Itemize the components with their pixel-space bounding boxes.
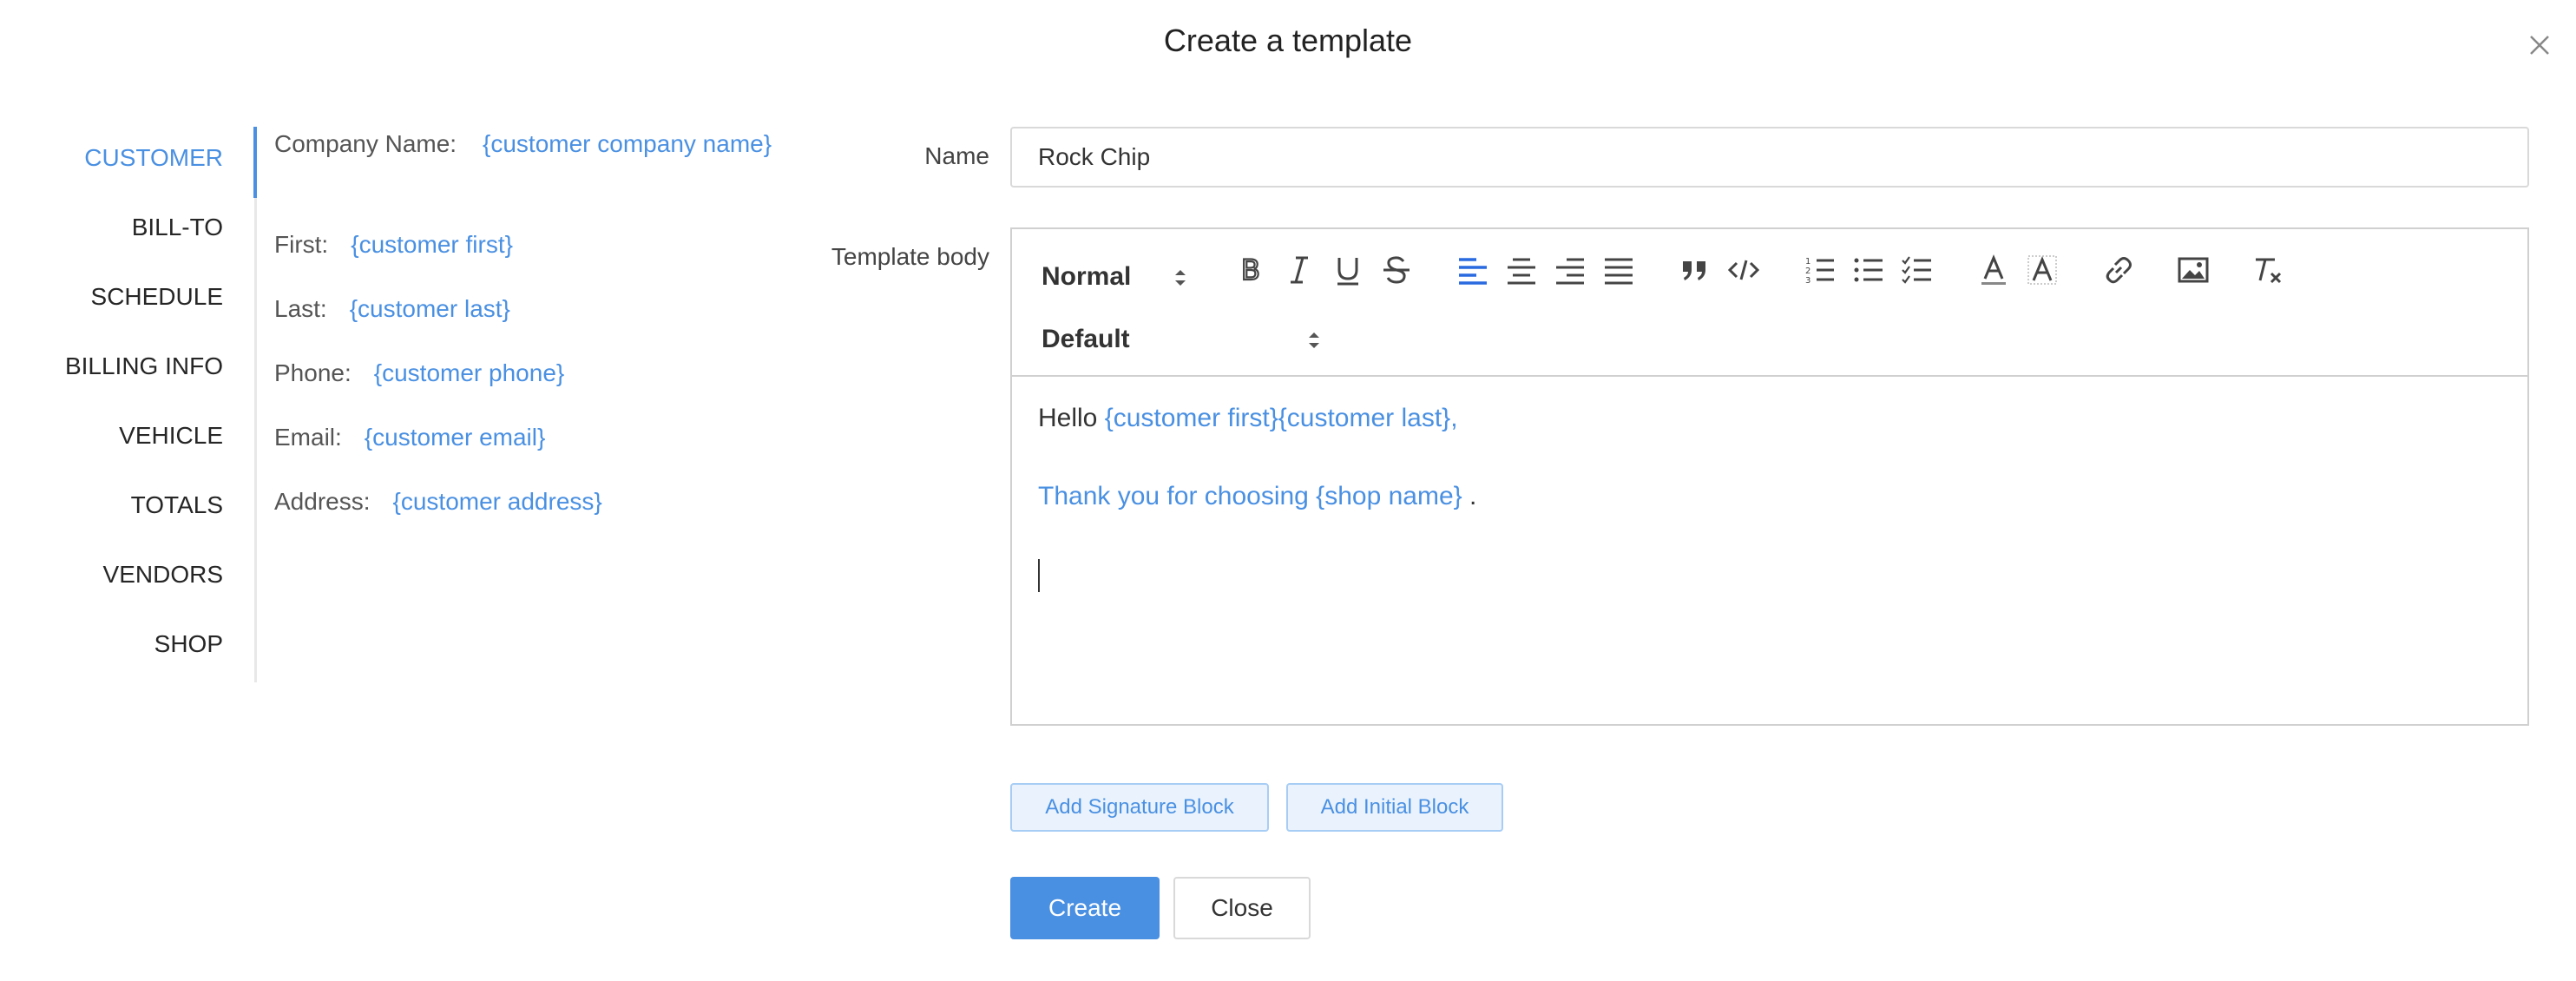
thanks-suffix: . bbox=[1462, 482, 1477, 510]
align-center-icon[interactable] bbox=[1502, 250, 1541, 290]
field-label: Address: bbox=[274, 488, 371, 515]
create-template-modal: Create a template CUSTOMER BILL-TO SCHED… bbox=[0, 0, 2576, 981]
underline-icon[interactable] bbox=[1328, 250, 1368, 290]
tab-vendors[interactable]: VENDORS bbox=[103, 561, 223, 589]
create-button[interactable]: Create bbox=[1010, 877, 1160, 939]
svg-text:B: B bbox=[1241, 253, 1260, 286]
tab-bill-to[interactable]: BILL-TO bbox=[132, 214, 223, 241]
font-select-value: Default bbox=[1042, 325, 1130, 353]
variable-token[interactable]: {customer last} bbox=[350, 295, 510, 322]
text-caret bbox=[1038, 559, 1040, 593]
close-icon[interactable] bbox=[2524, 30, 2555, 61]
field-last: Last: {customer last} bbox=[274, 292, 510, 326]
variable-token[interactable]: {customer email} bbox=[365, 424, 546, 451]
active-tab-indicator bbox=[253, 127, 257, 198]
field-label: Phone: bbox=[274, 359, 352, 386]
variable-category-tabs: CUSTOMER BILL-TO SCHEDULE BILLING INFO V… bbox=[35, 127, 257, 682]
name-label: Name bbox=[924, 142, 989, 169]
font-color-icon[interactable] bbox=[1974, 250, 2014, 290]
background-color-icon[interactable] bbox=[2022, 250, 2062, 290]
variable-token[interactable]: {customer phone} bbox=[374, 359, 565, 386]
italic-icon[interactable] bbox=[1279, 250, 1319, 290]
header-select-value: Normal bbox=[1042, 262, 1132, 291]
field-first: First: {customer first} bbox=[274, 227, 513, 262]
field-address: Address: {customer address} bbox=[274, 484, 602, 519]
svg-text:1: 1 bbox=[1805, 257, 1810, 267]
ordered-list-icon[interactable]: 123 bbox=[1800, 250, 1840, 290]
field-company-name: Company Name: {customer company name} bbox=[274, 127, 778, 200]
variable-token[interactable]: {customer address} bbox=[393, 488, 602, 515]
name-input[interactable] bbox=[1010, 127, 2529, 188]
variable-token[interactable]: {customer first} bbox=[351, 231, 513, 258]
greeting-text: Hello bbox=[1038, 404, 1105, 432]
field-label: Last: bbox=[274, 295, 327, 322]
tab-vehicle[interactable]: VEHICLE bbox=[119, 422, 223, 450]
editor-content[interactable]: Hello {customer first}{customer last}, T… bbox=[1012, 379, 2527, 726]
field-label: Email: bbox=[274, 424, 342, 451]
editor-line-greeting: Hello {customer first}{customer last}, bbox=[1038, 399, 2501, 477]
strikethrough-icon[interactable] bbox=[1377, 250, 1416, 290]
select-arrows-icon bbox=[1309, 332, 1319, 348]
link-icon[interactable] bbox=[2099, 250, 2139, 290]
tab-billing-info[interactable]: BILLING INFO bbox=[65, 352, 223, 380]
template-body-label: Template body bbox=[831, 243, 989, 270]
align-justify-icon[interactable] bbox=[1599, 250, 1639, 290]
modal-title: Create a template bbox=[1163, 23, 1413, 58]
tab-customer[interactable]: CUSTOMER bbox=[84, 144, 223, 172]
header-select[interactable]: Normal bbox=[1042, 262, 1198, 292]
editor-toolbar: Normal Default B 1 2 3 bbox=[1012, 229, 2527, 377]
font-select[interactable]: Default bbox=[1042, 325, 1337, 354]
code-icon[interactable] bbox=[1724, 250, 1764, 290]
svg-text:3: 3 bbox=[1805, 276, 1810, 286]
tab-shop[interactable]: SHOP bbox=[154, 630, 223, 658]
field-email: Email: {customer email} bbox=[274, 420, 545, 455]
close-button[interactable]: Close bbox=[1173, 877, 1311, 939]
bold-icon[interactable]: B bbox=[1231, 250, 1271, 290]
tab-schedule[interactable]: SCHEDULE bbox=[91, 283, 223, 311]
field-phone: Phone: {customer phone} bbox=[274, 356, 564, 391]
thanks-text: Thank you for choosing {shop name} bbox=[1038, 482, 1462, 510]
align-right-icon[interactable] bbox=[1550, 250, 1590, 290]
tab-totals[interactable]: TOTALS bbox=[131, 491, 223, 519]
add-initial-block-button[interactable]: Add Initial Block bbox=[1286, 783, 1503, 832]
bullet-list-icon[interactable] bbox=[1849, 250, 1889, 290]
field-label: Company Name: bbox=[274, 130, 457, 157]
field-label: First: bbox=[274, 231, 329, 258]
greeting-tokens: {customer first}{customer last}, bbox=[1104, 404, 1458, 432]
image-icon[interactable] bbox=[2173, 250, 2213, 290]
clear-format-icon[interactable] bbox=[2248, 250, 2288, 290]
editor-line-empty bbox=[1038, 556, 2501, 634]
add-signature-block-button[interactable]: Add Signature Block bbox=[1010, 783, 1269, 832]
editor-line-thanks: Thank you for choosing {shop name} . bbox=[1038, 477, 2501, 556]
svg-text:2: 2 bbox=[1805, 267, 1810, 276]
check-list-icon[interactable] bbox=[1897, 250, 1937, 290]
align-left-icon[interactable] bbox=[1453, 250, 1493, 290]
rich-text-editor: Normal Default B 1 2 3 Hello {customer f… bbox=[1010, 227, 2529, 726]
blockquote-icon[interactable] bbox=[1675, 250, 1715, 290]
select-arrows-icon bbox=[1175, 270, 1186, 286]
